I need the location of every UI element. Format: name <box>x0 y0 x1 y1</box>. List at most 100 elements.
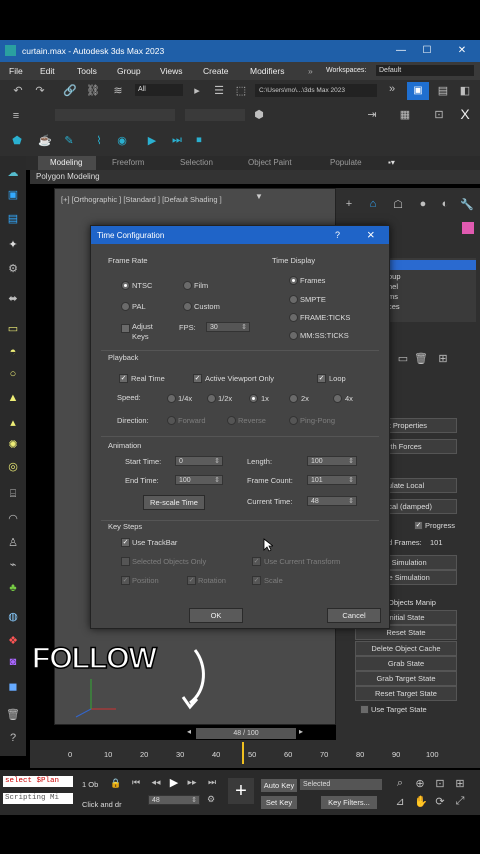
sphere-tool-icon[interactable]: ◉ <box>115 134 129 147</box>
set-key-button[interactable]: Set Key <box>260 795 298 810</box>
modify-tab-icon[interactable]: ⌂ <box>366 198 380 210</box>
current-time-spinner[interactable]: 48 <box>307 496 357 507</box>
sun-icon[interactable]: ✺ <box>5 438 21 451</box>
menu-edit[interactable]: Edit <box>40 66 55 76</box>
scene-explorer-icon[interactable]: ▤ <box>436 84 450 97</box>
tab-object-paint[interactable]: Object Paint <box>248 158 292 167</box>
polygon-modeling-label[interactable]: Polygon Modeling <box>36 172 100 181</box>
render-tool-icon[interactable]: ⏹ <box>192 134 206 147</box>
pal-radio[interactable] <box>121 302 130 311</box>
toolbar-more-icon[interactable]: » <box>385 83 399 95</box>
use-trackbar-checkbox[interactable]: ✓ <box>121 538 130 547</box>
workspaces-dropdown[interactable]: Default <box>376 65 474 76</box>
globe-icon[interactable]: ◍ <box>5 610 21 623</box>
tab-populate[interactable]: Populate <box>330 158 362 167</box>
paint-icon[interactable]: ✎ <box>62 134 76 147</box>
unlink-icon[interactable]: ⛓ <box>85 84 101 97</box>
auto-key-button[interactable]: Auto Key <box>260 778 298 793</box>
minimize-icon[interactable]: — <box>394 44 408 58</box>
render-frame-icon[interactable]: ⊡ <box>432 108 446 121</box>
trash-icon[interactable]: 🗑 <box>5 708 21 721</box>
active-viewport-checkbox[interactable]: ✓ <box>193 374 202 383</box>
frames-radio[interactable] <box>289 276 298 285</box>
create-tab-icon[interactable]: + <box>342 198 356 210</box>
frame-count-spinner[interactable]: 101 <box>307 475 357 486</box>
use-target-state-checkbox[interactable] <box>360 705 369 714</box>
reverse-radio[interactable] <box>227 416 236 425</box>
ntsc-radio[interactable] <box>121 281 130 290</box>
motion-tab-icon[interactable]: ● <box>416 198 430 210</box>
undo-icon[interactable]: ↶ <box>10 84 26 97</box>
curve-icon[interactable]: ◠ <box>5 512 21 525</box>
play-icon[interactable]: ▶ <box>168 776 180 789</box>
modify-icon[interactable]: ▤ <box>5 212 21 225</box>
mmss-ticks-radio[interactable] <box>289 331 298 340</box>
scale-checkbox[interactable]: ✓ <box>252 576 261 585</box>
pyramid-icon[interactable]: ▲ <box>5 392 21 404</box>
fps-spinner[interactable]: 30 <box>206 322 250 333</box>
video-icon[interactable]: ◼ <box>5 680 21 693</box>
helper-icon[interactable]: ⬌ <box>5 292 21 305</box>
position-checkbox[interactable]: ✓ <box>121 576 130 585</box>
viewport-nav-icon[interactable]: ☁ <box>5 166 21 179</box>
tab-modeling[interactable]: Modeling <box>50 158 82 167</box>
key-filter-selected-dropdown[interactable]: Selected <box>300 779 382 790</box>
layer-icon[interactable]: ◧ <box>458 84 472 97</box>
window-crossing-icon[interactable]: ⬚ <box>234 84 248 97</box>
stairs-icon[interactable]: ⌸ <box>5 488 21 501</box>
camera-icon[interactable]: ⚙ <box>5 262 21 275</box>
tree-icon[interactable]: ♣ <box>5 582 21 594</box>
close-panel-icon[interactable]: X <box>458 106 472 122</box>
real-time-checkbox[interactable]: ✓ <box>119 374 128 383</box>
cancel-button[interactable]: Cancel <box>327 608 381 623</box>
delete-object-cache-button[interactable]: Delete Object Cache <box>355 641 457 656</box>
selection-filter-dropdown[interactable]: All <box>135 84 183 96</box>
maximize-viewport-icon[interactable]: ⤢ <box>454 795 466 808</box>
time-slider[interactable]: 48 / 100 <box>196 728 296 739</box>
dialog-help-icon[interactable]: ? <box>335 230 340 240</box>
toolbar-list-icon[interactable]: ≡ <box>8 110 24 122</box>
time-slider-next-icon[interactable]: ▸ <box>296 727 306 736</box>
set-key-plus-icon[interactable]: + <box>228 778 254 804</box>
progress-checkbox[interactable]: ✓ <box>414 521 423 530</box>
zoom-extents-all-icon[interactable]: ⊞ <box>454 777 466 790</box>
key-filters-button[interactable]: Key Filters... <box>320 795 378 810</box>
length-spinner[interactable]: 100 <box>307 456 357 467</box>
select-object-icon[interactable]: ▸ <box>190 84 204 97</box>
light-icon[interactable]: ✦ <box>5 238 21 251</box>
speed-2x-radio[interactable] <box>289 394 298 403</box>
create-icon[interactable]: ▣ <box>5 188 21 201</box>
spinner-field[interactable] <box>185 109 245 121</box>
render-setup-icon[interactable]: ▦ <box>398 108 412 121</box>
hierarchy-tab-icon[interactable]: ☖ <box>391 198 405 211</box>
sphere-icon[interactable]: ○ <box>5 368 21 380</box>
select-by-name-icon[interactable]: ☰ <box>212 84 226 97</box>
maxscript-listener[interactable]: select $Plan <box>3 776 73 787</box>
graph-icon[interactable]: ⌁ <box>5 558 21 571</box>
display-tab-icon[interactable]: ◐ <box>438 198 452 210</box>
named-selection-field[interactable] <box>55 109 175 121</box>
prev-frame-icon[interactable]: ◂◂ <box>150 777 162 788</box>
modifier-list[interactable]: oup hel ms ces <box>386 258 476 322</box>
time-slider-marker[interactable] <box>242 742 244 764</box>
rotation-checkbox[interactable]: ✓ <box>187 576 196 585</box>
ok-button[interactable]: OK <box>189 608 243 623</box>
tab-freeform[interactable]: Freeform <box>112 158 144 167</box>
go-to-end-icon[interactable]: ⏭ <box>206 777 218 788</box>
frame-ticks-radio[interactable] <box>289 313 298 322</box>
maximize-icon[interactable]: ☐ <box>420 44 434 58</box>
start-time-spinner[interactable]: 0 <box>175 456 223 467</box>
fov-icon[interactable]: ⊿ <box>394 795 406 808</box>
torus-icon[interactable]: ◎ <box>5 460 21 473</box>
scripting-mini-listener[interactable]: Scripting Mi <box>3 793 73 804</box>
palette-icon[interactable]: ❖ <box>5 634 21 647</box>
help-icon[interactable]: ? <box>5 732 21 744</box>
tab-selection[interactable]: Selection <box>180 158 213 167</box>
configure-icon[interactable]: ⊞ <box>436 352 450 365</box>
grab-target-state-button[interactable]: Grab Target State <box>355 671 457 686</box>
grab-state-button[interactable]: Grab State <box>355 656 457 671</box>
pan-icon[interactable]: ✋ <box>414 795 428 808</box>
forward-tool-icon[interactable]: ⏭ <box>170 134 184 147</box>
brush-icon[interactable]: ⌇ <box>92 134 106 147</box>
speed-half-radio[interactable] <box>207 394 216 403</box>
